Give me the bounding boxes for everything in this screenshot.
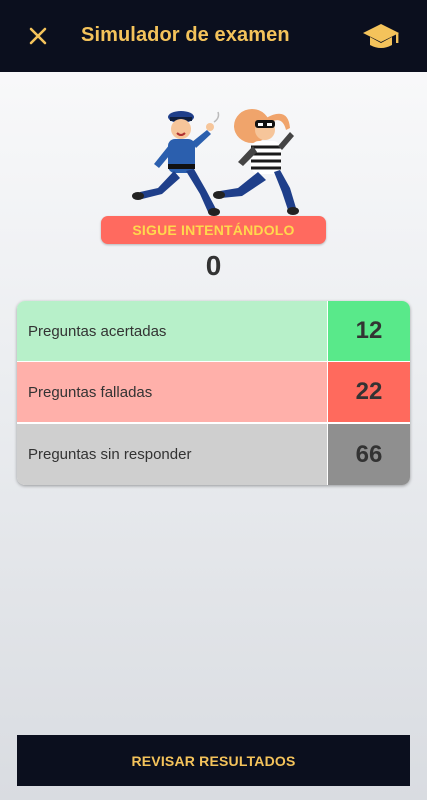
results-table: Preguntas acertadas 12 Preguntas fallada… bbox=[17, 301, 410, 485]
stat-label-correct: Preguntas acertadas bbox=[17, 301, 327, 361]
graduation-cap-icon bbox=[363, 24, 399, 48]
stat-value-unanswered: 66 bbox=[328, 424, 410, 485]
thief-figure bbox=[213, 109, 299, 215]
score-value: 0 bbox=[205, 250, 222, 281]
close-icon bbox=[29, 27, 47, 45]
app-bar: Simulador de examen bbox=[0, 0, 427, 72]
policeman-figure bbox=[132, 111, 220, 216]
close-button[interactable] bbox=[24, 22, 52, 50]
stat-label-unanswered: Preguntas sin responder bbox=[17, 424, 327, 485]
review-results-button[interactable]: REVISAR RESULTADOS bbox=[17, 735, 410, 786]
graduation-cap-button[interactable] bbox=[361, 20, 401, 54]
stat-value-correct: 12 bbox=[328, 301, 410, 361]
stat-row-unanswered: Preguntas sin responder 66 bbox=[17, 424, 410, 485]
page-title: Simulador de examen bbox=[81, 24, 290, 46]
stat-row-correct: Preguntas acertadas 12 bbox=[17, 301, 410, 361]
police-chasing-thief-illustration bbox=[128, 106, 304, 218]
stat-label-wrong: Preguntas falladas bbox=[17, 362, 327, 422]
result-status-badge: SIGUE INTENTÁNDOLO bbox=[101, 216, 326, 244]
stat-row-wrong: Preguntas falladas 22 bbox=[17, 362, 410, 422]
stat-value-wrong: 22 bbox=[328, 362, 410, 422]
